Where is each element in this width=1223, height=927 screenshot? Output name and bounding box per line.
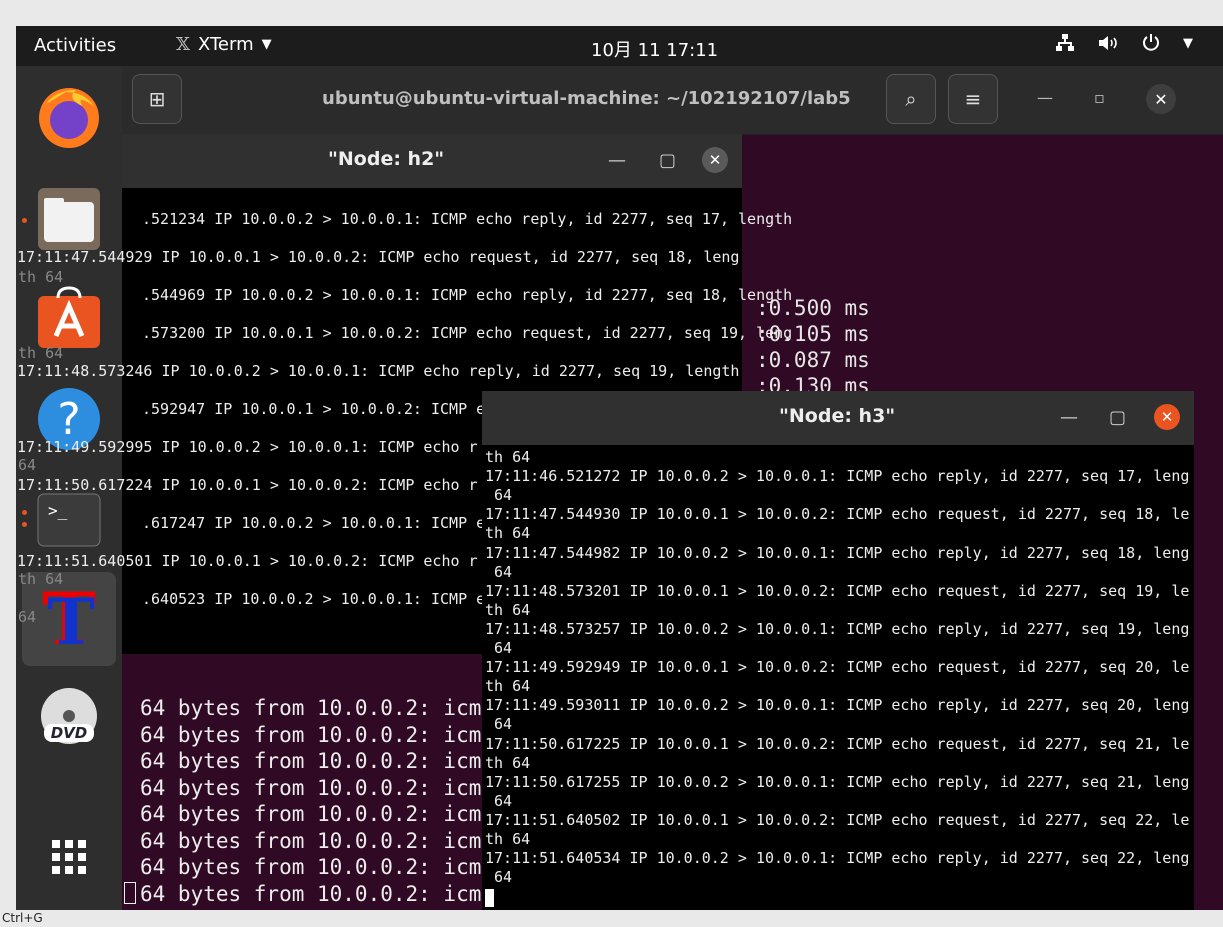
chevron-down-icon: ▼ — [1183, 35, 1193, 51]
close-button[interactable]: ✕ — [702, 147, 728, 173]
ping-line: 64 bytes from 10.0.0.2: icm — [140, 802, 482, 826]
firefox-icon[interactable] — [36, 84, 102, 150]
log-line: 17:11:51.640502 IP 10.0.0.1 > 10.0.0.2: … — [485, 810, 1190, 829]
log-line: 17:11:48.573246 IP 10.0.0.2 > 10.0.0.1: … — [17, 362, 740, 380]
ping-line: 64 bytes from 10.0.0.2: icm — [140, 881, 482, 906]
app-menu[interactable]: 𝕏 XTerm ▼ — [176, 34, 272, 55]
new-tab-icon: ⊞ — [148, 87, 166, 111]
terminal-titlebar[interactable]: ⊞ ubuntu@ubuntu-virtual-machine: ~/10219… — [122, 66, 1223, 135]
log-line: 17:11:48.573201 IP 10.0.0.1 > 10.0.0.2: … — [485, 581, 1190, 600]
log-line: .544969 IP 10.0.0.2 > 10.0.0.1: ICMP ech… — [142, 286, 793, 304]
log-line: .521234 IP 10.0.0.2 > 10.0.0.1: ICMP ech… — [142, 210, 793, 228]
svg-text:>_: >_ — [48, 501, 68, 520]
close-icon: ✕ — [708, 151, 722, 169]
log-line: 17:11:47.544930 IP 10.0.0.1 > 10.0.0.2: … — [485, 505, 1190, 524]
svg-text:DVD: DVD — [51, 724, 88, 742]
bottom-hint-bar: Ctrl+G — [0, 910, 1223, 927]
maximize-button[interactable]: ▢ — [659, 150, 676, 171]
h3-title: "Node: h3" — [779, 405, 896, 427]
terminal-title: ubuntu@ubuntu-virtual-machine: ~/1021921… — [322, 88, 851, 109]
minimize-button[interactable]: — — [608, 150, 626, 171]
terminal-cursor — [485, 889, 494, 907]
search-button[interactable]: ⌕ — [886, 74, 936, 124]
volume-icon — [1099, 36, 1117, 50]
ping-line: 64 bytes from 10.0.0.2: icm — [140, 775, 482, 800]
menu-button[interactable]: ≡ — [948, 74, 998, 124]
close-button[interactable]: ✕ — [1146, 84, 1176, 114]
activities-button[interactable]: Activities — [34, 35, 116, 56]
rtt-line: :0.087 ms — [756, 348, 870, 372]
ping-line: 64 bytes from 10.0.0.2: icm — [140, 855, 482, 879]
ping-line: 64 bytes from 10.0.0.2: icm — [140, 696, 482, 720]
log-line: 17:11:50.617225 IP 10.0.0.1 > 10.0.0.2: … — [485, 734, 1190, 753]
search-icon: ⌕ — [905, 87, 917, 111]
log-line: 64 — [485, 639, 513, 657]
terminal-cursor — [124, 882, 136, 904]
log-line: 64 — [485, 715, 513, 734]
app-center-icon[interactable] — [36, 286, 102, 352]
top-bar: Activities 𝕏 XTerm ▼ 10月 11 17:11 ▼ — [16, 26, 1223, 66]
close-icon: ✕ — [1154, 89, 1168, 109]
h2-titlebar[interactable]: "Node: h2" — ▢ ✕ — [122, 134, 742, 188]
ping-line: 64 bytes from 10.0.0.2: icm — [140, 749, 482, 773]
log-line: 17:11:49.592949 IP 10.0.0.1 > 10.0.0.2: … — [485, 658, 1190, 677]
log-line: th 64 — [485, 753, 531, 772]
terminal-icon[interactable]: >_ — [36, 492, 102, 558]
desktop-screen: Activities 𝕏 XTerm ▼ 10月 11 17:11 ▼ ? >_… — [16, 26, 1223, 910]
maximize-button[interactable]: ▢ — [1109, 407, 1126, 428]
log-line: 17:11:51.640534 IP 10.0.0.2 > 10.0.0.1: … — [485, 849, 1190, 868]
files-icon[interactable] — [36, 186, 102, 252]
clock[interactable]: 10月 11 17:11 — [591, 36, 718, 62]
ping-line: 64 bytes from 10.0.0.2: icm — [140, 828, 482, 853]
log-line: th 64 — [18, 344, 64, 362]
log-line: .573200 IP 10.0.0.1 > 10.0.0.2: ICMP ech… — [142, 324, 793, 342]
log-line: 64 — [485, 562, 513, 581]
xterm-icon: 𝕏 — [176, 34, 190, 55]
keyboard-hint: Ctrl+G — [2, 911, 43, 925]
maximize-button[interactable]: ▫ — [1094, 88, 1105, 107]
close-button[interactable]: ✕ — [1154, 404, 1180, 430]
log-line: th 64 — [485, 524, 531, 543]
log-line: 64 — [485, 486, 513, 505]
running-indicator — [22, 218, 27, 223]
log-line: th 64 — [18, 268, 64, 286]
close-icon: ✕ — [1160, 408, 1174, 426]
log-line: th 64 — [485, 677, 531, 696]
log-line: 64 — [485, 868, 513, 887]
app-menu-label: XTerm — [197, 34, 254, 55]
hamburger-icon: ≡ — [964, 87, 982, 111]
log-line: 17:11:47.544982 IP 10.0.0.2 > 10.0.0.1: … — [485, 543, 1190, 562]
dvd-icon[interactable]: DVD — [36, 686, 102, 752]
log-line: 17:11:48.573257 IP 10.0.0.2 > 10.0.0.1: … — [485, 619, 1190, 638]
show-apps-icon[interactable] — [36, 826, 102, 892]
network-icon — [1056, 34, 1074, 51]
running-indicator — [22, 522, 27, 527]
log-line: 17:11:47.544929 IP 10.0.0.1 > 10.0.0.2: … — [17, 248, 740, 266]
minimize-button[interactable]: — — [1037, 88, 1053, 107]
power-icon — [1143, 34, 1159, 51]
log-line: th 64 — [485, 600, 531, 619]
new-tab-button[interactable]: ⊞ — [132, 74, 182, 124]
log-line: 17:11:49.593011 IP 10.0.0.2 > 10.0.0.1: … — [485, 696, 1190, 715]
ping-line: 64 bytes from 10.0.0.2: icm — [140, 722, 482, 747]
chevron-down-icon: ▼ — [261, 37, 272, 52]
minimize-button[interactable]: — — [1060, 407, 1078, 428]
system-tray[interactable]: ▼ — [1055, 33, 1193, 53]
running-indicator — [22, 510, 27, 515]
log-line: th 64 — [485, 448, 531, 466]
log-line: 17:11:50.617255 IP 10.0.0.2 > 10.0.0.1: … — [485, 772, 1190, 791]
log-line: 17:11:46.521272 IP 10.0.0.2 > 10.0.0.1: … — [485, 467, 1190, 486]
log-line: 64 — [485, 791, 513, 810]
xterm-window-h3[interactable]: "Node: h3" — ▢ ✕ th 64 17:11:46.521272 IP… — [482, 391, 1194, 910]
h3-titlebar[interactable]: "Node: h3" — ▢ ✕ — [482, 391, 1194, 445]
h2-title: "Node: h2" — [328, 148, 445, 170]
log-line: th 64 — [485, 830, 531, 848]
